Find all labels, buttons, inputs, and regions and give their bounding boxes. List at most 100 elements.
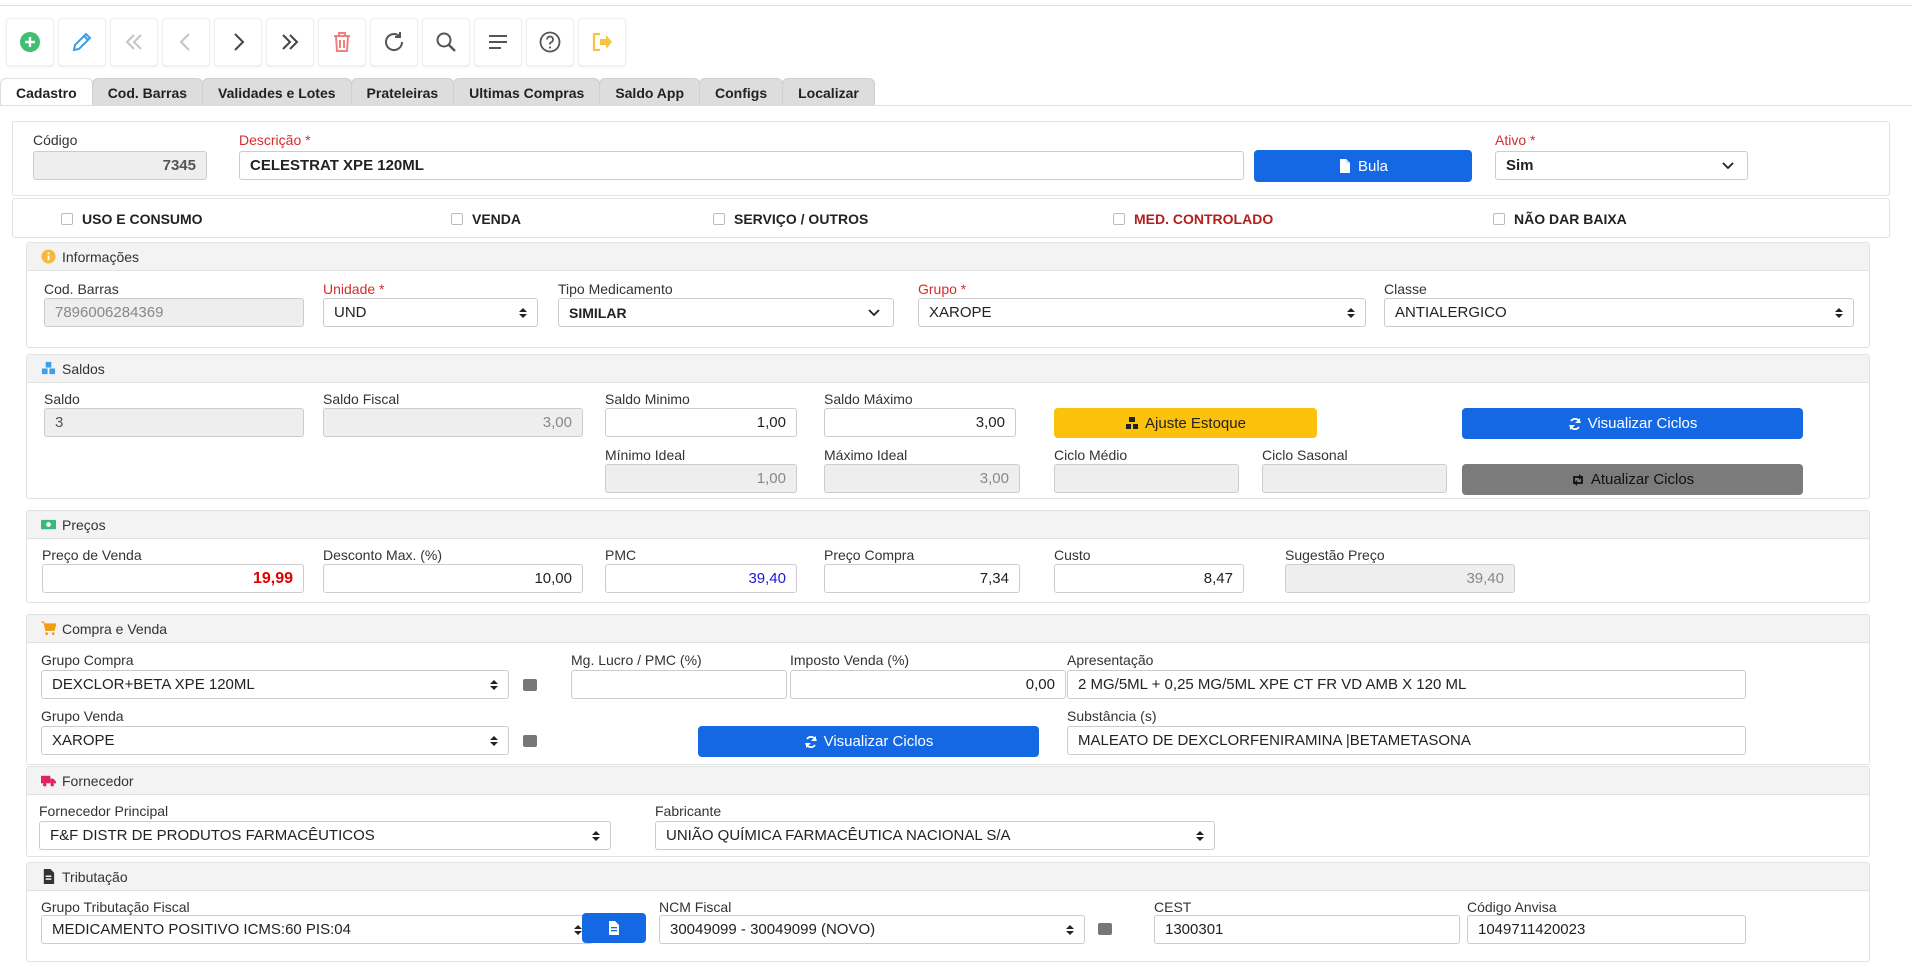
sugestao-preco-field[interactable]: 39,40 — [1285, 564, 1515, 593]
mg-lucro-field[interactable] — [571, 670, 787, 699]
med-controlado-checkbox[interactable]: MED. CONTROLADO — [1113, 211, 1273, 227]
checkbox-box[interactable] — [1493, 213, 1505, 225]
venda-checkbox[interactable]: VENDA — [451, 211, 521, 227]
apresentacao-field[interactable]: 2 MG/5ML + 0,25 MG/5ML XPE CT FR VD AMB … — [1067, 670, 1746, 699]
visualizar-ciclos-button-2[interactable]: Visualizar Ciclos — [698, 726, 1039, 757]
saldo-maximo-field[interactable]: 3,00 — [824, 408, 1016, 437]
precos-panel: Preços Preço de Venda 19,99 Desconto Max… — [26, 510, 1870, 603]
tab-saldo-app[interactable]: Saldo App — [599, 78, 701, 106]
calculator-icon[interactable] — [1098, 923, 1112, 935]
tributacao-doc-button[interactable] — [582, 913, 646, 943]
menu-button[interactable] — [474, 18, 522, 66]
codigo-field[interactable]: 7345 — [33, 151, 207, 180]
file-icon — [1339, 159, 1350, 173]
calculator-icon[interactable] — [523, 679, 537, 691]
bula-button[interactable]: Bula — [1254, 150, 1472, 182]
cod-barras-field[interactable]: 7896006284369 — [44, 298, 304, 327]
grupo-tributacao-label: Grupo Tributação Fiscal — [41, 899, 190, 915]
top-border — [0, 5, 1912, 6]
next-button[interactable] — [214, 18, 262, 66]
fabricante-label: Fabricante — [655, 803, 722, 819]
last-icon — [282, 34, 299, 50]
minimo-ideal-field[interactable]: 1,00 — [605, 464, 797, 493]
tab-configs[interactable]: Configs — [699, 78, 784, 106]
first-icon — [125, 34, 142, 50]
desconto-max-field[interactable]: 10,00 — [323, 564, 583, 593]
sync-icon — [1568, 417, 1581, 430]
ncm-fiscal-select[interactable]: 30049099 - 30049099 (NOVO) — [659, 915, 1085, 944]
first-button[interactable] — [110, 18, 158, 66]
atualizar-ciclos-button[interactable]: Atualizar Ciclos — [1462, 464, 1803, 495]
ciclo-medio-field[interactable] — [1054, 464, 1239, 493]
substancia-field[interactable]: MALEATO DE DEXCLORFENIRAMINA |BETAMETASO… — [1067, 726, 1746, 755]
fabricante-select[interactable]: UNIÃO QUÍMICA FARMACÊUTICA NACIONAL S/A — [655, 821, 1215, 850]
custo-field[interactable]: 8,47 — [1054, 564, 1244, 593]
checkbox-box[interactable] — [713, 213, 725, 225]
tab-cadastro[interactable]: Cadastro — [0, 78, 93, 106]
exit-icon — [592, 32, 612, 52]
pmc-field[interactable]: 39,40 — [605, 564, 797, 593]
help-icon — [539, 31, 561, 53]
grupo-select[interactable]: XAROPE — [918, 298, 1366, 327]
ciclo-sasonal-field[interactable] — [1262, 464, 1447, 493]
maximo-ideal-field[interactable]: 3,00 — [824, 464, 1020, 493]
ajuste-estoque-button[interactable]: Ajuste Estoque — [1054, 408, 1317, 438]
tipo-medicamento-select[interactable]: SIMILAR — [558, 298, 894, 327]
visualizar-ciclos-button[interactable]: Visualizar Ciclos — [1462, 408, 1803, 439]
refresh-button[interactable] — [370, 18, 418, 66]
saldos-header: Saldos — [27, 355, 1869, 383]
sync-icon — [804, 735, 817, 748]
preco-compra-field[interactable]: 7,34 — [824, 564, 1020, 593]
boxes-icon — [41, 361, 56, 375]
saldo-minimo-field[interactable]: 1,00 — [605, 408, 797, 437]
codigo-anvisa-field[interactable]: 1049711420023 — [1467, 915, 1746, 944]
informacoes-title: Informações — [62, 248, 140, 265]
retweet-icon — [1572, 473, 1583, 486]
tab-ultimas-compras[interactable]: Ultimas Compras — [453, 78, 601, 106]
last-button[interactable] — [266, 18, 314, 66]
delete-button[interactable] — [318, 18, 366, 66]
calculator-icon[interactable] — [523, 735, 537, 747]
search-icon — [436, 32, 456, 52]
search-button[interactable] — [422, 18, 470, 66]
classe-select[interactable]: ANTIALERGICO — [1384, 298, 1854, 327]
informacoes-header: Informações — [27, 243, 1869, 271]
grupo-venda-select[interactable]: XAROPE — [41, 726, 509, 755]
checkbox-box[interactable] — [61, 213, 73, 225]
tab-prateleiras[interactable]: Prateleiras — [350, 78, 455, 106]
tab-divider — [0, 105, 1912, 106]
checkbox-box[interactable] — [1113, 213, 1125, 225]
edit-button[interactable] — [58, 18, 106, 66]
help-button[interactable] — [526, 18, 574, 66]
saldo-maximo-label: Saldo Máximo — [824, 391, 913, 407]
cod-barras-label: Cod. Barras — [44, 281, 119, 297]
menu-icon — [489, 35, 507, 49]
tributacao-header: Tributação — [27, 863, 1869, 891]
trash-icon — [334, 32, 350, 52]
checkbox-box[interactable] — [451, 213, 463, 225]
tab-localizar[interactable]: Localizar — [782, 78, 875, 106]
imposto-venda-field[interactable]: 0,00 — [790, 670, 1066, 699]
grupo-compra-select[interactable]: DEXCLOR+BETA XPE 120ML — [41, 670, 509, 699]
grupo-tributacao-select[interactable]: MEDICAMENTO POSITIVO ICMS:60 PIS:04 — [41, 915, 593, 944]
ativo-select[interactable]: Sim — [1495, 151, 1748, 180]
tab-validades-lotes[interactable]: Validades e Lotes — [202, 78, 352, 106]
fornecedor-principal-select[interactable]: F&F DISTR DE PRODUTOS FARMACÊUTICOS — [39, 821, 611, 850]
nao-dar-baixa-checkbox[interactable]: NÃO DAR BAIXA — [1493, 211, 1627, 227]
tab-cod-barras[interactable]: Cod. Barras — [91, 78, 204, 106]
unidade-select[interactable]: UND — [323, 298, 538, 327]
tipo-medicamento-label: Tipo Medicamento — [558, 281, 673, 297]
cest-field[interactable]: 1300301 — [1154, 915, 1460, 944]
prev-button[interactable] — [162, 18, 210, 66]
ncm-fiscal-label: NCM Fiscal — [659, 899, 732, 915]
add-icon — [20, 32, 40, 52]
preco-venda-field[interactable]: 19,99 — [42, 564, 304, 593]
descricao-field[interactable]: CELESTRAT XPE 120ML — [239, 151, 1244, 180]
servico-outros-checkbox[interactable]: SERVIÇO / OUTROS — [713, 211, 868, 227]
exit-button[interactable] — [578, 18, 626, 66]
saldos-title: Saldos — [62, 360, 105, 377]
uso-consumo-checkbox[interactable]: USO E CONSUMO — [61, 211, 203, 227]
add-button[interactable] — [6, 18, 54, 66]
saldo-fiscal-field[interactable]: 3,00 — [323, 408, 583, 437]
saldo-field[interactable]: 3 — [44, 408, 304, 437]
